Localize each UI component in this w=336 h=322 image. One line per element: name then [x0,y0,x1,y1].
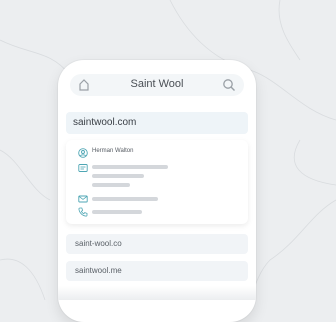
email-line [92,197,158,201]
bottom-fade [58,286,256,300]
primary-domain-label: saintwool.com [73,117,137,128]
address-line-1 [92,165,168,169]
primary-domain-item[interactable]: saintwool.com [66,112,248,134]
whois-card: Herman Walton [66,140,248,224]
search-icon[interactable] [222,78,236,92]
address-card-icon [78,164,88,172]
domain-label: saintwool.me [75,266,122,275]
phone-line [92,210,142,214]
domain-item[interactable]: saint-wool.co [66,234,248,254]
page-title: Saint Wool [130,78,184,90]
phone-frame: Saint Wool saintwool.com Herman Walton s… [58,60,256,322]
domain-item[interactable]: saintwool.me [66,261,248,281]
browser-bar: Saint Wool [70,74,244,96]
address-line-3 [92,183,130,187]
phone-icon [78,207,88,217]
domain-label: saint-wool.co [75,239,122,248]
address-line-2 [92,174,144,178]
owner-name: Herman Walton [92,148,134,154]
mail-icon [78,195,88,203]
user-icon [78,148,88,158]
